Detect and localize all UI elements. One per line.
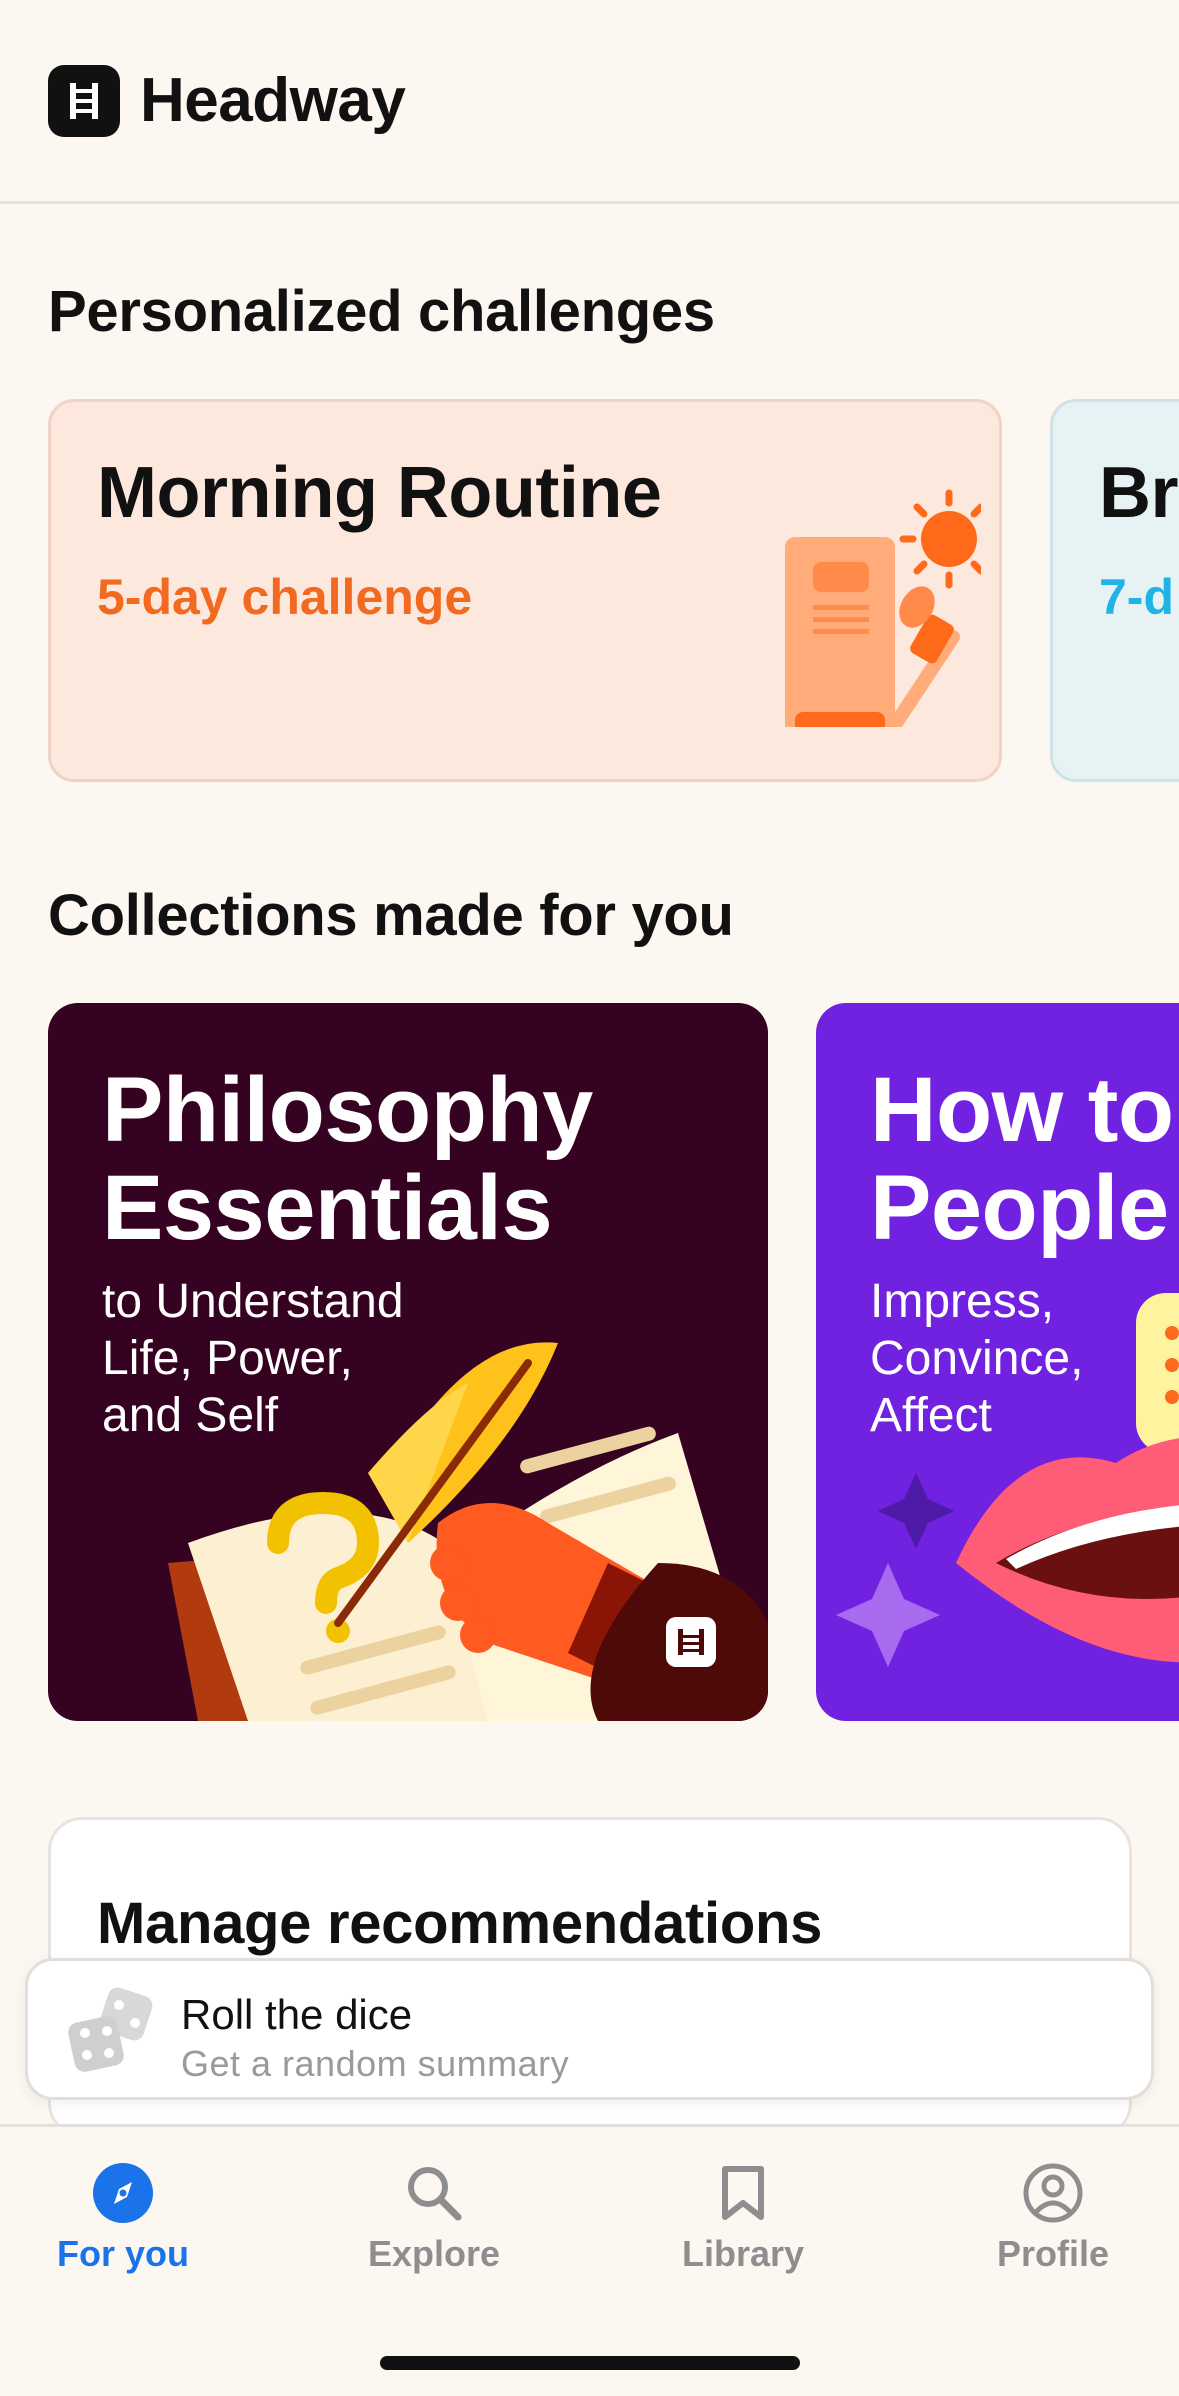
bookmark-icon (719, 2161, 767, 2225)
tab-label: Profile (996, 2233, 1110, 2274)
manage-recommendations-title: Manage recommendations (97, 1891, 823, 1956)
collection-card-how-to-people[interactable]: How to People Impress, Convince, Affect (816, 1003, 1179, 1721)
search-icon (404, 2161, 464, 2225)
collection-title: Philosophy Essentials (102, 1059, 593, 1259)
dice-title: Roll the dice (181, 1991, 413, 2038)
challenge-card-next[interactable]: Br 7-d (1050, 399, 1179, 782)
tab-for-you[interactable]: For you (0, 2127, 273, 2277)
challenge-title: Morning Routine (97, 453, 662, 533)
dice-subtitle: Get a random summary (181, 2043, 570, 2084)
app-name: Headway (140, 66, 406, 135)
tab-explore[interactable]: Explore (284, 2127, 584, 2277)
tab-label: Explore (367, 2233, 501, 2274)
tab-profile[interactable]: Profile (903, 2127, 1179, 2277)
home-indicator[interactable] (380, 2356, 800, 2370)
challenges-section-title: Personalized challenges (48, 279, 715, 344)
dice-icon (68, 1987, 153, 2072)
for-you-screen: Headway Personalized challenges Morning … (0, 0, 1179, 2396)
collection-card-philosophy-essentials[interactable]: Philosophy Essentials to Understand Life… (48, 1003, 768, 1721)
user-icon (1022, 2161, 1084, 2225)
morning-routine-illustration-icon (785, 489, 981, 727)
headway-logo-icon (48, 64, 120, 137)
challenge-title: Br (1099, 453, 1179, 533)
tab-label: Library (681, 2233, 805, 2274)
collection-title: How to People (870, 1059, 1174, 1259)
roll-the-dice-banner[interactable]: Roll the dice Get a random summary (25, 1958, 1154, 2100)
collection-subtitle: Impress, Convince, Affect (870, 1275, 1084, 1442)
challenge-subtitle: 7-d (1099, 569, 1174, 625)
tab-library[interactable]: Library (593, 2127, 893, 2277)
tab-label: For you (57, 2233, 189, 2274)
challenge-card-morning-routine[interactable]: Morning Routine 5-day challenge (48, 399, 1002, 782)
collection-subtitle: to Understand Life, Power, and Self (102, 1275, 404, 1442)
challenge-subtitle: 5-day challenge (97, 569, 473, 625)
app-header: Headway (0, 0, 1179, 204)
compass-icon (92, 2161, 154, 2225)
collections-section-title: Collections made for you (48, 883, 734, 948)
